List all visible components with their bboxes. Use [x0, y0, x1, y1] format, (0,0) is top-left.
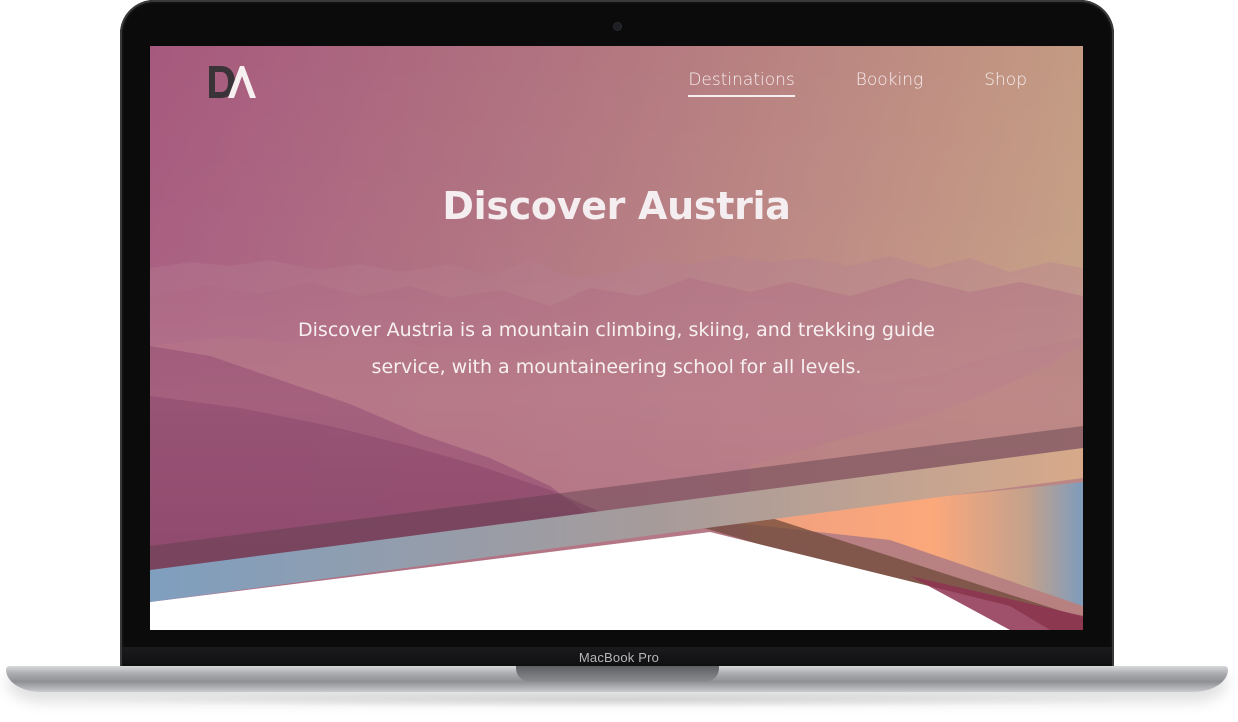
site-logo-icon[interactable] — [207, 64, 257, 100]
hero-section: Destinations Booking Shop Discover Austr… — [150, 46, 1083, 630]
hero-title: Discover Austria — [442, 184, 791, 228]
nav-destinations[interactable]: Destinations — [688, 70, 796, 97]
laptop-notch — [516, 666, 719, 682]
nav-booking[interactable]: Booking — [856, 70, 923, 95]
laptop-screen: Destinations Booking Shop Discover Austr… — [150, 46, 1083, 630]
main-nav: Destinations Booking Shop — [688, 70, 1027, 97]
laptop-shadow — [60, 692, 1178, 708]
hero-description: Discover Austria is a mountain climbing,… — [298, 319, 935, 378]
nav-shop[interactable]: Shop — [984, 70, 1027, 95]
laptop-mockup: Destinations Booking Shop Discover Austr… — [0, 0, 1238, 722]
device-label: MacBook Pro — [578, 650, 660, 665]
camera-icon — [614, 23, 621, 30]
